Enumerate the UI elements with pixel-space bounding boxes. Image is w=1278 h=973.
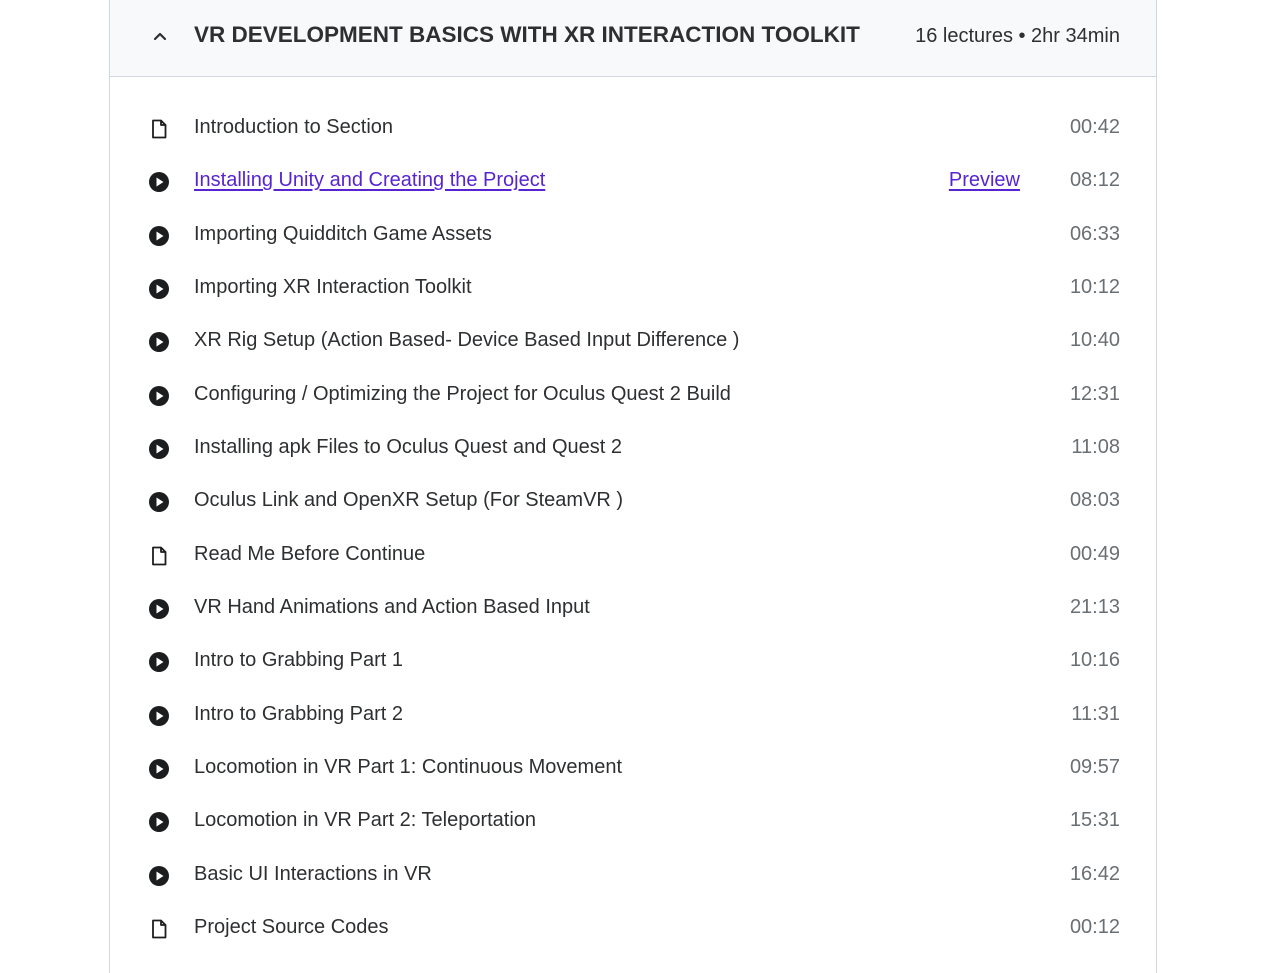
lecture-row: Configuring / Optimizing the Project for…	[110, 369, 1156, 422]
lecture-title: Introduction to Section	[194, 116, 394, 138]
lecture-duration: 10:40	[1069, 329, 1120, 352]
play-circle-icon	[149, 225, 169, 246]
lecture-title: Locomotion in VR Part 2: Teleportation	[194, 809, 537, 832]
section-meta: 16 lectures • 2hr 34min	[915, 25, 1120, 47]
lecture-row: Installing apk Files to Oculus Quest and…	[110, 422, 1156, 475]
lecture-duration: 09:57	[1069, 755, 1120, 778]
section-header[interactable]: VR DEVELOPMENT BASICS WITH XR INTERACTIO…	[110, 0, 1156, 77]
play-circle-icon	[149, 812, 169, 833]
lecture-row: Importing Quidditch Game Assets 06:33	[110, 209, 1156, 262]
play-circle-icon	[149, 492, 169, 513]
lecture-duration: 11:08	[1071, 435, 1120, 458]
lecture-duration: 16:42	[1069, 862, 1120, 885]
lecture-row: Intro to Grabbing Part 2 11:31	[110, 689, 1156, 742]
lecture-row: Importing XR Interaction Toolkit 10:12	[110, 262, 1156, 315]
file-icon	[152, 119, 167, 139]
lecture-row: Locomotion in VR Part 1: Continuous Move…	[110, 742, 1156, 795]
lecture-duration: 06:33	[1069, 222, 1120, 245]
lecture-duration: 21:13	[1069, 595, 1120, 618]
preview-link[interactable]: Preview	[949, 169, 1020, 192]
lecture-title: Intro to Grabbing Part 2	[194, 702, 404, 725]
lecture-title: Oculus Link and OpenXR Setup (For SteamV…	[194, 489, 624, 512]
lecture-row: VR Hand Animations and Action Based Inpu…	[110, 582, 1156, 635]
play-circle-icon	[149, 278, 169, 299]
lecture-title: Importing XR Interaction Toolkit	[194, 275, 472, 298]
play-circle-icon	[149, 438, 169, 459]
lecture-title: Locomotion in VR Part 1: Continuous Move…	[194, 755, 622, 778]
play-circle-icon	[149, 865, 169, 886]
lecture-row: Project Source Codes 00:12	[110, 902, 1156, 955]
lecture-title: Basic UI Interactions in VR	[194, 862, 432, 885]
lecture-duration: 08:03	[1069, 489, 1120, 512]
lecture-title: VR Hand Animations and Action Based Inpu…	[194, 595, 590, 618]
lecture-row: XR Rig Setup (Action Based- Device Based…	[110, 315, 1156, 368]
lecture-duration: 11:31	[1071, 702, 1120, 725]
curriculum-section: VR DEVELOPMENT BASICS WITH XR INTERACTIO…	[109, 0, 1157, 973]
play-circle-icon	[149, 172, 169, 193]
lecture-title: Intro to Grabbing Part 1	[194, 649, 404, 672]
play-circle-icon	[149, 652, 169, 673]
lecture-title: Configuring / Optimizing the Project for…	[194, 382, 731, 405]
lecture-duration: 00:12	[1069, 915, 1120, 938]
play-circle-icon	[149, 758, 169, 779]
lecture-title: Importing Quidditch Game Assets	[194, 222, 492, 245]
lecture-row: Introduction to Section 00:42	[110, 102, 1156, 155]
play-circle-icon	[149, 598, 169, 619]
lecture-title: XR Rig Setup (Action Based- Device Based…	[194, 329, 740, 352]
lecture-duration: 10:12	[1069, 275, 1120, 298]
lecture-list: Introduction to Section 00:42 Installing U…	[110, 102, 1156, 955]
play-circle-icon	[149, 385, 169, 406]
lecture-title: Read Me Before Continue	[194, 542, 426, 565]
file-icon	[152, 546, 167, 566]
lecture-duration: 12:31	[1069, 382, 1120, 405]
lecture-title[interactable]: Installing Unity and Creating the Projec…	[194, 169, 545, 192]
lecture-duration: 10:16	[1069, 649, 1120, 672]
lecture-duration: 00:42	[1069, 116, 1120, 138]
lecture-title: Installing apk Files to Oculus Quest and…	[194, 435, 622, 458]
file-icon	[152, 919, 167, 939]
lecture-title: Project Source Codes	[194, 915, 389, 938]
lecture-duration: 00:49	[1069, 542, 1120, 565]
lecture-duration: 08:12	[1069, 169, 1120, 192]
lecture-row: Read Me Before Continue 00:49	[110, 529, 1156, 582]
section-title[interactable]: VR DEVELOPMENT BASICS WITH XR INTERACTIO…	[194, 22, 860, 48]
chevron-up-icon[interactable]	[151, 27, 169, 45]
lecture-row: Basic UI Interactions in VR 16:42	[110, 849, 1156, 902]
play-circle-icon	[149, 705, 169, 726]
lecture-row: Oculus Link and OpenXR Setup (For SteamV…	[110, 475, 1156, 528]
play-circle-icon	[149, 332, 169, 353]
lecture-row[interactable]: Installing Unity and Creating the Projec…	[110, 155, 1156, 208]
lecture-duration: 15:31	[1069, 809, 1120, 832]
lecture-row: Intro to Grabbing Part 1 10:16	[110, 635, 1156, 688]
lecture-row: Locomotion in VR Part 2: Teleportation 15…	[110, 795, 1156, 848]
